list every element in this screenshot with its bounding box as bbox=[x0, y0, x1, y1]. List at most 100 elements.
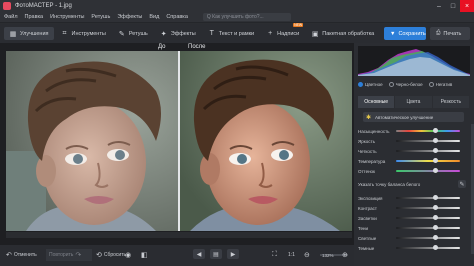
gallery-icon[interactable]: ▤ bbox=[210, 249, 222, 259]
color-slider-track[interactable] bbox=[396, 128, 460, 133]
color-slider-track[interactable] bbox=[396, 138, 460, 143]
color-slider-knob[interactable] bbox=[433, 158, 439, 163]
magic-wand-icon: ✱ bbox=[366, 114, 372, 121]
color-slider-track[interactable] bbox=[396, 158, 460, 163]
print-button[interactable]: ⎙ Печать bbox=[430, 27, 470, 40]
tab-captions[interactable]: + Надписи NEW bbox=[261, 23, 304, 40]
tab-captions-label: Надписи bbox=[277, 30, 300, 37]
radio-bw[interactable]: Черно-белое bbox=[388, 81, 423, 87]
color-slider-label: Четкость bbox=[358, 148, 377, 154]
tone-slider-track[interactable] bbox=[396, 195, 460, 200]
menu-view[interactable]: Вид bbox=[149, 14, 159, 20]
color-slider-row: Четкость bbox=[358, 147, 470, 155]
tone-slider-track[interactable] bbox=[396, 225, 460, 230]
effects-icon: ✦ bbox=[160, 30, 167, 38]
menu-help[interactable]: Справка bbox=[166, 14, 188, 20]
radio-color[interactable]: Цветное bbox=[358, 81, 383, 87]
tab-text-frames-label: Текст и рамки bbox=[218, 30, 255, 37]
redo-icon: ↷ bbox=[75, 252, 82, 259]
canvas-horizontal-scrollbar[interactable] bbox=[6, 232, 352, 238]
tab-sharpness[interactable]: Резкость bbox=[432, 96, 470, 108]
tab-batch[interactable]: ▣ Пакетная обработка bbox=[306, 27, 379, 40]
batch-icon: ▣ bbox=[311, 30, 319, 38]
zoom-in-icon[interactable]: ⊕ bbox=[342, 249, 350, 261]
maximize-icon[interactable]: □ bbox=[446, 0, 460, 12]
compare-icon[interactable]: ◧ bbox=[141, 249, 150, 261]
color-slider-row: Температура bbox=[358, 157, 470, 165]
minimize-icon[interactable]: – bbox=[432, 0, 446, 12]
tone-slider-knob[interactable] bbox=[433, 245, 439, 250]
undo-icon: ↶ bbox=[6, 252, 12, 259]
reset-icon: ⟲ bbox=[96, 252, 102, 259]
tone-slider-knob[interactable] bbox=[433, 235, 439, 240]
tools-icon: ⌗ bbox=[62, 29, 67, 37]
tab-colors[interactable]: Цвета bbox=[395, 96, 433, 108]
tone-slider-track[interactable] bbox=[396, 205, 460, 210]
photo-after bbox=[180, 51, 352, 231]
retouch-icon: ✎ bbox=[118, 30, 125, 38]
tab-basic[interactable]: Основные bbox=[358, 96, 396, 108]
color-slider-label: Яркость bbox=[358, 138, 375, 144]
white-balance-label: Указать точку баланса белого bbox=[358, 181, 421, 187]
ratio-button[interactable]: 1:1 bbox=[288, 249, 295, 261]
reset-button[interactable]: ⟲ Сбросить bbox=[96, 249, 126, 261]
radio-negative[interactable]: Негатив bbox=[428, 81, 452, 87]
tone-slider-label: Экспозиция bbox=[358, 195, 383, 201]
eyedropper-icon[interactable]: ✎ bbox=[458, 180, 466, 188]
undo-label: Отменить bbox=[13, 252, 37, 258]
window-controls: – □ × bbox=[432, 0, 474, 12]
tab-retouch[interactable]: ✎ Ретушь bbox=[113, 27, 153, 40]
tone-slider-label: Засветки bbox=[358, 215, 377, 221]
tone-slider-knob[interactable] bbox=[433, 205, 439, 210]
tone-slider-track[interactable] bbox=[396, 245, 460, 250]
color-slider-knob[interactable] bbox=[433, 128, 439, 133]
histogram-graph bbox=[358, 49, 470, 76]
tone-slider-knob[interactable] bbox=[433, 215, 439, 220]
search-input[interactable]: Q Как улучшить фото?... bbox=[202, 13, 291, 21]
next-photo-icon[interactable]: ▶ bbox=[227, 249, 239, 259]
compare-split-icon: ◧ bbox=[141, 252, 148, 259]
color-slider-knob[interactable] bbox=[433, 138, 439, 143]
menu-edit[interactable]: Правка bbox=[25, 14, 44, 20]
menu-file[interactable]: Файл bbox=[4, 14, 18, 20]
tone-slider-label: Темные bbox=[358, 245, 375, 251]
save-button[interactable]: ▼ Сохранить bbox=[384, 27, 426, 40]
tone-slider-track[interactable] bbox=[396, 215, 460, 220]
radio-color-dot bbox=[358, 81, 363, 87]
captions-icon: + bbox=[268, 30, 273, 37]
tab-text-frames[interactable]: T Текст и рамки bbox=[203, 27, 259, 40]
color-mode-radios: Цветное Черно-белое Негатив bbox=[358, 80, 470, 88]
print-icon: ⎙ bbox=[436, 30, 441, 36]
auto-enhance-button[interactable]: ✱ Автоматическое улучшение bbox=[363, 112, 464, 122]
tone-slider-row: Контраст bbox=[358, 204, 470, 212]
color-slider-track[interactable] bbox=[396, 168, 460, 173]
save-button-label: Сохранить bbox=[398, 30, 426, 37]
zoom-label: 132% bbox=[322, 252, 334, 258]
color-slider-label: Температура bbox=[358, 158, 386, 164]
tone-slider-label: Контраст bbox=[358, 205, 377, 211]
tab-enhance[interactable]: ▦ Улучшения bbox=[4, 27, 54, 40]
tab-enhance-label: Улучшения bbox=[20, 30, 49, 37]
tone-slider-knob[interactable] bbox=[433, 225, 439, 230]
tab-tools[interactable]: ⌗ Инструменты bbox=[56, 27, 111, 40]
tone-slider-knob[interactable] bbox=[433, 195, 439, 200]
zoom-out-icon[interactable]: ⊖ bbox=[304, 249, 312, 261]
color-slider-knob[interactable] bbox=[433, 168, 439, 173]
eye-preview-icon[interactable]: ◉ bbox=[125, 249, 133, 261]
color-slider-track[interactable] bbox=[396, 148, 460, 153]
color-slider-knob[interactable] bbox=[433, 148, 439, 153]
print-button-label: Печать bbox=[443, 30, 462, 37]
menu-effects[interactable]: Эффекты bbox=[117, 14, 142, 20]
redo-button[interactable]: Повторить ↷ bbox=[46, 249, 92, 261]
undo-button[interactable]: ↶ Отменить bbox=[6, 249, 37, 261]
photo-before bbox=[6, 51, 178, 231]
tone-slider-label: Тени bbox=[358, 225, 368, 231]
menu-tools[interactable]: Инструменты bbox=[50, 14, 84, 20]
tab-effects[interactable]: ✦ Эффекты bbox=[155, 27, 201, 40]
tone-slider-track[interactable] bbox=[396, 235, 460, 240]
close-icon[interactable]: × bbox=[460, 0, 474, 12]
menu-retouch[interactable]: Ретушь bbox=[91, 14, 110, 20]
fit-screen-icon[interactable]: ⛶ bbox=[272, 249, 279, 261]
prev-photo-icon[interactable]: ◀ bbox=[193, 249, 205, 259]
color-slider-row: Яркость bbox=[358, 137, 470, 145]
